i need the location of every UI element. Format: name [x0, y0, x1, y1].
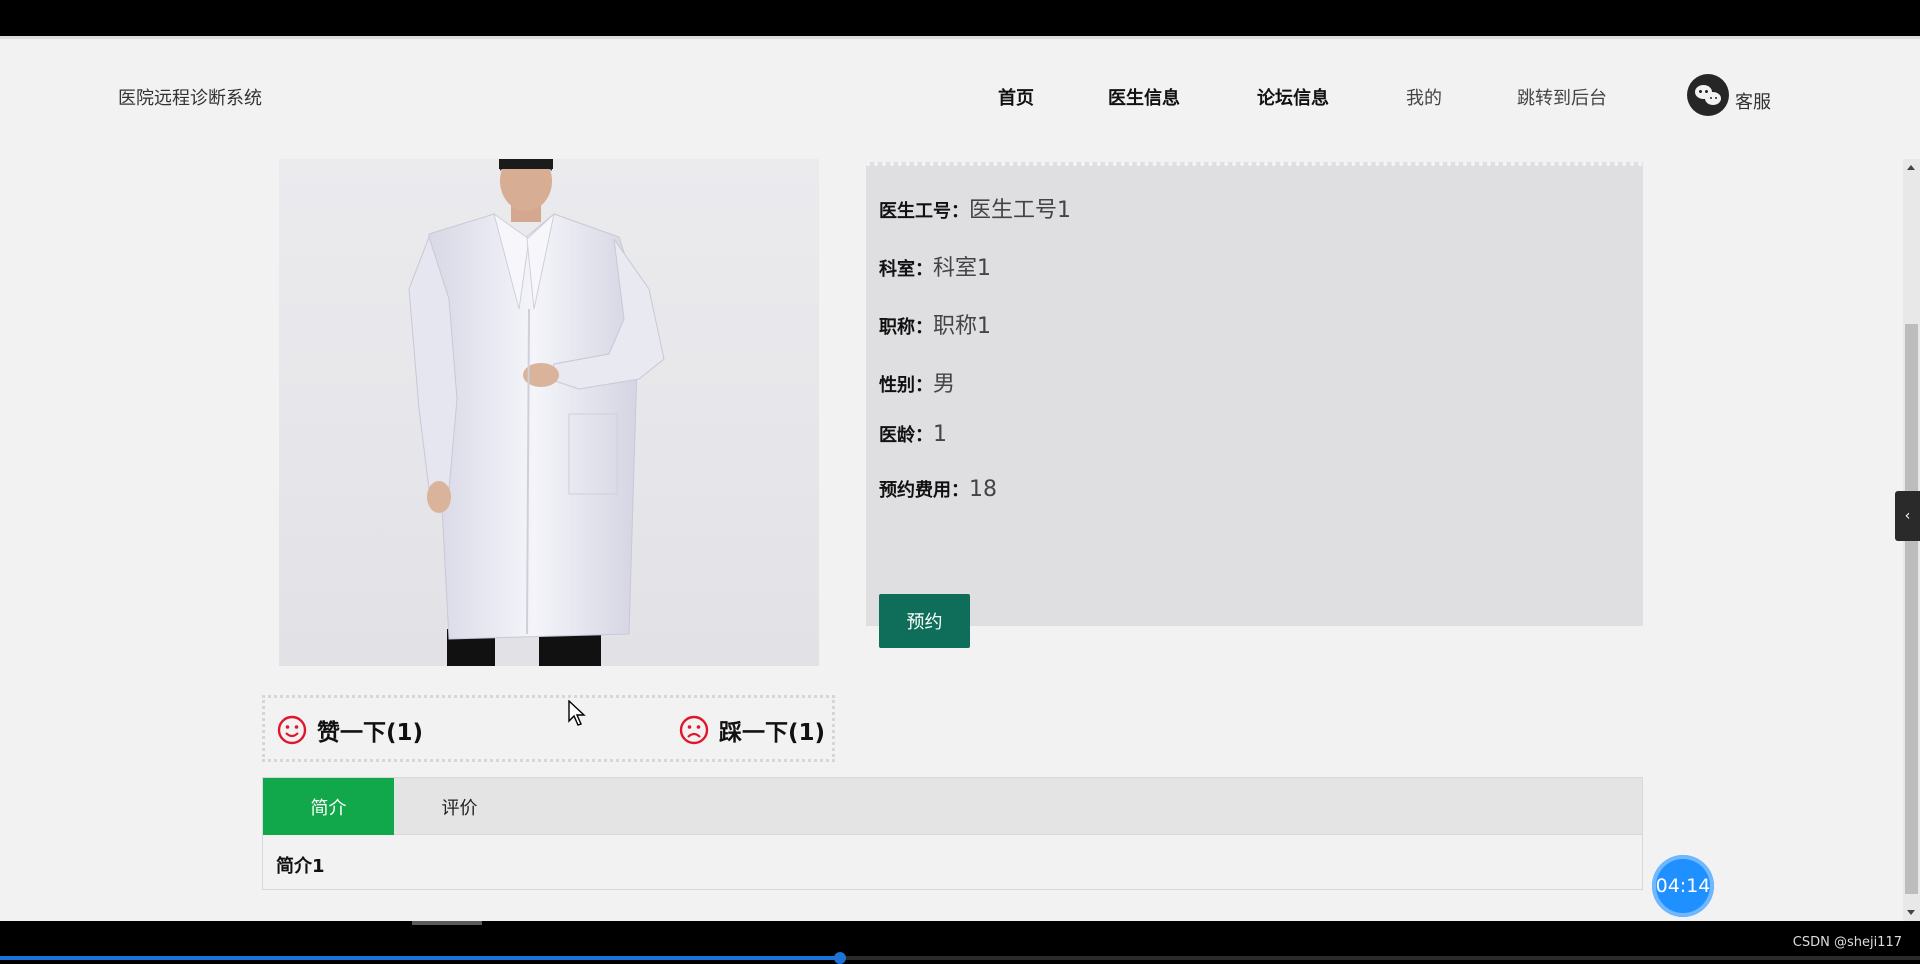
vote-box: 赞一下(1) 踩一下(1)	[262, 695, 835, 762]
info-row-title: 职称：职称1	[879, 308, 991, 340]
tab-content: 简介1	[276, 856, 325, 877]
video-progress-knob[interactable]	[834, 952, 846, 964]
info-key: 预约费用：	[879, 480, 969, 501]
info-row-gender: 性别：男	[879, 366, 955, 398]
nav-mine[interactable]: 我的	[1406, 84, 1442, 110]
info-key: 职称：	[879, 317, 933, 338]
detail-tabs: 简介 评价 简介1	[262, 777, 1643, 890]
chevron-left-icon: ‹	[1904, 508, 1911, 524]
screen-top-bar	[0, 0, 1920, 36]
info-value: 1	[933, 422, 947, 447]
info-row-id: 医生工号：医生工号1	[879, 192, 1071, 224]
credit-text: CSDN @sheji117	[1792, 935, 1902, 950]
tab-intro[interactable]: 简介	[263, 778, 394, 835]
info-value: 职称1	[933, 314, 991, 339]
mouse-cursor-icon	[568, 699, 588, 732]
nav-admin[interactable]: 跳转到后台	[1517, 84, 1607, 110]
scroll-down-arrow-icon[interactable]	[1907, 910, 1915, 915]
tabs-header: 简介 评价	[263, 778, 1642, 835]
info-row-department: 科室：科室1	[879, 250, 991, 282]
site-brand[interactable]: 医院远程诊断系统	[118, 84, 262, 110]
scroll-thumb[interactable]	[1905, 324, 1918, 894]
page-top-divider	[0, 36, 1920, 39]
doctor-info-panel: 医生工号：医生工号1 科室：科室1 职称：职称1 性别：男 医龄：1 预约费用：…	[866, 162, 1643, 648]
dislike-button[interactable]: 踩一下(1)	[679, 712, 825, 748]
recording-timer: 04:14	[1652, 855, 1714, 917]
smile-icon	[277, 715, 307, 745]
nav-forum-info[interactable]: 论坛信息	[1257, 84, 1329, 110]
tab-reviews[interactable]: 评价	[394, 778, 525, 835]
info-value: 医生工号1	[969, 198, 1071, 223]
info-key: 医龄：	[879, 425, 933, 446]
info-value: 18	[969, 477, 997, 502]
info-key: 性别：	[879, 375, 933, 396]
info-row-years: 医龄：1	[879, 421, 947, 447]
frown-icon	[679, 715, 709, 745]
side-collapse-tab[interactable]: ‹	[1895, 491, 1920, 541]
video-progress-fill	[0, 956, 840, 960]
info-value: 科室1	[933, 256, 991, 281]
page: 医院远程诊断系统 首页 医生信息 论坛信息 我的 跳转到后台 客服 医生工号：医…	[0, 36, 1920, 921]
info-value: 男	[933, 372, 956, 397]
wechat-icon	[1687, 74, 1729, 116]
video-progress[interactable]	[0, 952, 1920, 964]
customer-service-label[interactable]: 客服	[1735, 88, 1771, 114]
nav-home[interactable]: 首页	[998, 84, 1034, 110]
book-button[interactable]: 预约	[879, 594, 970, 648]
info-key: 科室：	[879, 259, 933, 280]
scroll-up-arrow-icon[interactable]	[1907, 165, 1915, 170]
video-control-bar: CSDN @sheji117	[0, 921, 1920, 964]
doctor-photo	[279, 159, 819, 666]
like-label: 赞一下(1)	[317, 720, 424, 746]
info-row-fee: 预约费用：18	[879, 476, 997, 502]
bottom-tab-indicator	[412, 921, 482, 925]
dislike-label: 踩一下(1)	[719, 720, 826, 746]
nav-doctor-info[interactable]: 医生信息	[1108, 84, 1180, 110]
like-button[interactable]: 赞一下(1)	[277, 712, 423, 748]
info-key: 医生工号：	[879, 201, 969, 222]
